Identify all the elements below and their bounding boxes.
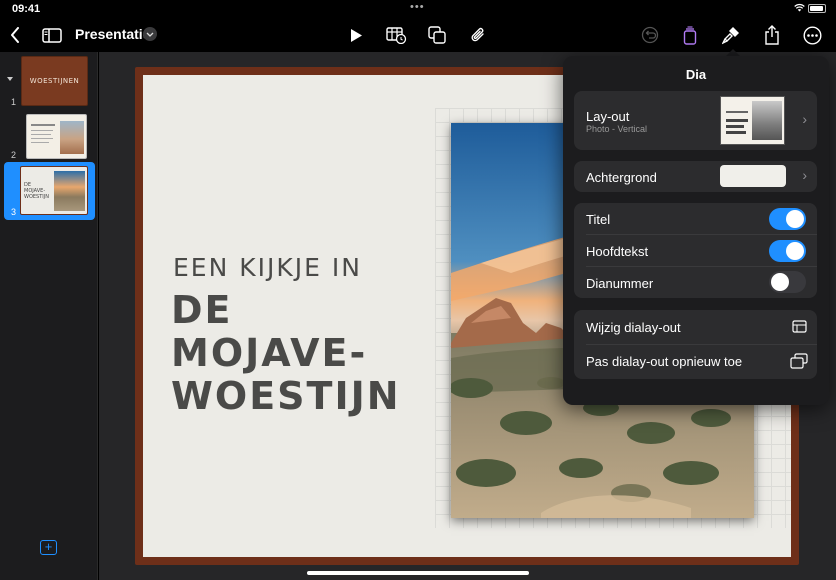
slide-thumb-image: WOESTIJNEN (21, 56, 88, 106)
undo-button[interactable] (637, 22, 663, 48)
document-title[interactable]: Presentatie (75, 26, 150, 42)
reapply-layout-icon (790, 353, 808, 369)
paintbrush-icon (722, 26, 739, 44)
body-toggle[interactable] (769, 240, 806, 262)
title-toggle[interactable] (769, 208, 806, 230)
edit-layout-row[interactable]: Wijzig dialay-out (574, 310, 817, 344)
ellipsis-icon (802, 25, 822, 45)
battery-icon (808, 4, 826, 13)
chevron-left-icon (11, 27, 19, 43)
status-bar: 09:41 ••• (0, 0, 836, 18)
background-label: Achtergrond (586, 170, 657, 185)
reapply-layout-row[interactable]: Pas dialay-out opnieuw toe (574, 345, 817, 379)
slide-thumb-image (26, 114, 87, 159)
undo-icon (641, 26, 659, 44)
toggle-label: Titel (586, 212, 611, 227)
slide-number: 2 (11, 150, 17, 160)
slide-thumb-title: WOESTIJNEN (29, 77, 80, 85)
chevron-down-icon (146, 32, 154, 37)
visibility-group: Titel Hoofdtekst Dianummer (574, 203, 817, 298)
layout-label: Lay-out (586, 109, 630, 124)
toolbar: Presentatie (0, 18, 836, 52)
layout-row[interactable]: Lay-out Photo - Vertical › (574, 91, 817, 150)
toggle-label: Hoofdtekst (586, 244, 649, 259)
layout-preview (720, 96, 785, 145)
reapply-layout-label: Pas dialay-out opnieuw toe (586, 354, 743, 369)
slide-thumb-image: DE MOJAVE-WOESTIJN (20, 166, 88, 215)
format-button[interactable] (718, 22, 744, 48)
toggle-label: Dianummer (586, 276, 654, 291)
more-button[interactable] (799, 22, 825, 48)
animate-button[interactable] (677, 22, 703, 48)
insert-shape-button[interactable] (424, 22, 450, 48)
back-button[interactable] (2, 22, 28, 48)
toggle-row-title: Titel (574, 203, 817, 234)
share-icon (765, 25, 779, 45)
group-collapse-icon[interactable] (7, 77, 13, 81)
animation-icon (683, 25, 697, 45)
plus-icon: + (44, 539, 53, 554)
multitasking-dots[interactable]: ••• (410, 1, 425, 13)
toggle-row-body: Hoofdtekst (574, 235, 817, 266)
slide-subtitle[interactable]: EEN KIJKJE IN (173, 253, 362, 282)
sidebar-icon (42, 27, 62, 43)
insert-table-button[interactable] (383, 22, 409, 48)
slide-number: 3 (11, 207, 17, 217)
insert-media-button[interactable] (465, 22, 491, 48)
slide-number: 1 (11, 97, 17, 107)
play-icon (350, 28, 362, 42)
slide-title[interactable]: DE MOJAVE-WOESTIJN (171, 289, 431, 418)
background-row[interactable]: Achtergrond › (574, 161, 817, 192)
slide-thumbnail-3[interactable]: DE MOJAVE-WOESTIJN 3 (4, 162, 95, 220)
layout-actions-group: Wijzig dialay-out Pas dialay-out opnieuw… (574, 310, 817, 379)
shapes-icon (428, 26, 446, 44)
status-time: 09:41 (12, 3, 41, 15)
toggle-row-slide-number: Dianummer (574, 267, 817, 298)
wifi-icon (794, 3, 805, 12)
slide-thumb-title: DE MOJAVE-WOESTIJN (24, 182, 49, 200)
add-slide-button[interactable]: + (40, 540, 57, 555)
slide-format-popover: Dia Lay-out Photo - Vertical › Achtergro… (563, 56, 829, 405)
layout-group: Lay-out Photo - Vertical › (574, 91, 817, 150)
chevron-right-icon: › (802, 167, 807, 183)
chevron-right-icon: › (802, 111, 807, 127)
home-indicator[interactable] (307, 571, 529, 575)
layout-value: Photo - Vertical (586, 124, 648, 134)
play-button[interactable] (343, 22, 369, 48)
popover-title: Dia (685, 67, 707, 82)
title-menu-button[interactable] (143, 27, 157, 41)
slide-number-toggle[interactable] (769, 271, 806, 293)
edit-layout-icon (792, 320, 807, 333)
slide-navigator: WOESTIJNEN 1 2 DE MOJAVE-WOESTIJN 3 + (0, 52, 98, 580)
background-color-swatch (720, 165, 786, 187)
paperclip-icon (471, 27, 484, 42)
background-group: Achtergrond › (574, 161, 817, 192)
table-icon (385, 26, 406, 44)
edit-layout-label: Wijzig dialay-out (586, 320, 681, 335)
sidebar-toggle-button[interactable] (39, 22, 65, 48)
share-button[interactable] (759, 22, 785, 48)
